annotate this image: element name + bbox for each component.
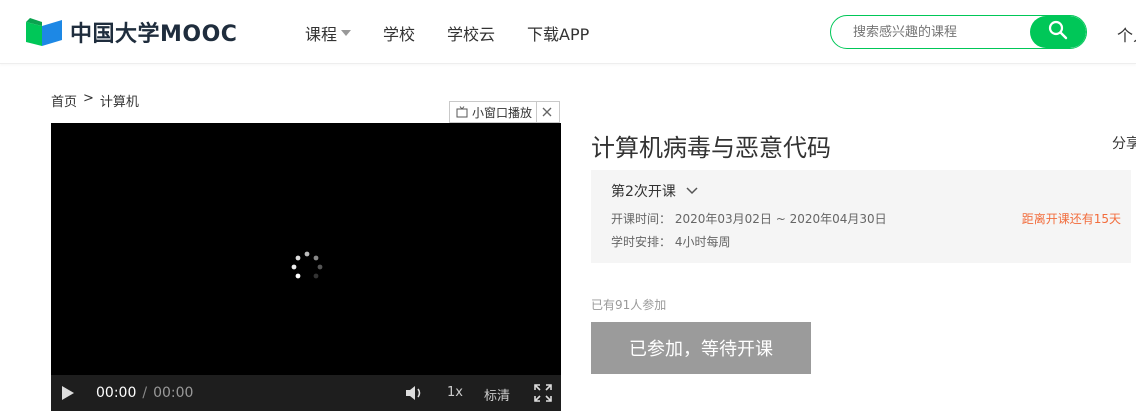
chevron-down-icon bbox=[686, 187, 698, 195]
mini-player-button[interactable]: 小窗口播放 bbox=[450, 102, 538, 122]
search-icon bbox=[1048, 20, 1068, 44]
loading-spinner-icon bbox=[287, 247, 327, 287]
top-header: 中国大学MOOC 课程 学校 学校云 下载APP 个人 bbox=[0, 0, 1136, 64]
breadcrumb-separator: > bbox=[83, 91, 94, 106]
current-time: 00:00 bbox=[96, 385, 137, 401]
mini-player-close-button[interactable] bbox=[537, 102, 557, 122]
nav-item-courses[interactable]: 课程 bbox=[305, 21, 352, 45]
video-controls: 00:00 / 00:00 1x 标清 bbox=[51, 375, 561, 411]
search-button[interactable] bbox=[1030, 16, 1086, 48]
schedule-label: 学时安排： bbox=[611, 235, 672, 249]
schedule-value: 4小时每周 bbox=[674, 235, 731, 249]
volume-icon[interactable] bbox=[405, 384, 425, 406]
term-selector[interactable]: 第2次开课 bbox=[611, 181, 698, 201]
share-button[interactable]: 分享 bbox=[1112, 133, 1136, 153]
nav-item-label: 下载APP bbox=[527, 25, 590, 44]
duration: 00:00 bbox=[153, 385, 194, 401]
personal-center-link[interactable]: 个人 bbox=[1117, 22, 1136, 46]
term-info-panel: 第2次开课 开课时间： 2020年03月02日 ~ 2020年04月30日 学时… bbox=[591, 170, 1131, 263]
schedule-row: 学时安排： 4小时每周 bbox=[611, 233, 730, 250]
start-time-value: 2020年03月02日 ~ 2020年04月30日 bbox=[674, 212, 887, 226]
nav-item-schools[interactable]: 学校 bbox=[383, 21, 415, 45]
start-countdown: 距离开课还有15天 bbox=[1021, 212, 1121, 226]
time-display: 00:00 / 00:00 bbox=[96, 385, 193, 401]
site-logo[interactable]: 中国大学MOOC bbox=[24, 16, 237, 48]
nav-item-label: 课程 bbox=[305, 25, 338, 44]
fullscreen-icon[interactable] bbox=[534, 384, 552, 406]
quality-button[interactable]: 标清 bbox=[484, 385, 510, 404]
play-icon[interactable] bbox=[61, 385, 75, 405]
breadcrumb: 首页 > 计算机 bbox=[51, 91, 145, 110]
caret-down-icon bbox=[341, 30, 352, 36]
nav-item-download-app[interactable]: 下载APP bbox=[527, 21, 589, 45]
time-separator: / bbox=[142, 385, 148, 401]
search-input[interactable] bbox=[831, 16, 1031, 48]
start-time-row: 开课时间： 2020年03月02日 ~ 2020年04月30日 bbox=[611, 210, 887, 227]
logo-text: 中国大学MOOC bbox=[70, 22, 238, 47]
nav-item-label: 学校云 bbox=[447, 25, 496, 44]
nav-item-school-cloud[interactable]: 学校云 bbox=[447, 21, 495, 45]
mini-player-bar: 小窗口播放 bbox=[449, 101, 560, 123]
term-label: 第2次开课 bbox=[611, 184, 676, 200]
mini-player-label: 小窗口播放 bbox=[472, 105, 533, 120]
join-course-button[interactable]: 已参加，等待开课 bbox=[591, 322, 811, 374]
search-box bbox=[830, 15, 1087, 49]
video-player[interactable]: 00:00 / 00:00 1x 标清 bbox=[51, 123, 561, 411]
main-nav: 课程 学校 学校云 下载APP bbox=[305, 21, 621, 45]
logo-book-icon bbox=[24, 16, 64, 48]
tv-icon bbox=[456, 106, 468, 118]
enrolled-count: 已有91人参加 bbox=[591, 298, 667, 312]
close-icon bbox=[542, 107, 552, 117]
start-time-label: 开课时间： bbox=[611, 212, 672, 226]
course-title: 计算机病毒与恶意代码 bbox=[591, 134, 831, 162]
breadcrumb-home[interactable]: 首页 bbox=[51, 91, 77, 110]
playback-rate-button[interactable]: 1x bbox=[447, 385, 463, 400]
breadcrumb-current[interactable]: 计算机 bbox=[100, 91, 139, 110]
nav-item-label: 学校 bbox=[383, 25, 416, 44]
